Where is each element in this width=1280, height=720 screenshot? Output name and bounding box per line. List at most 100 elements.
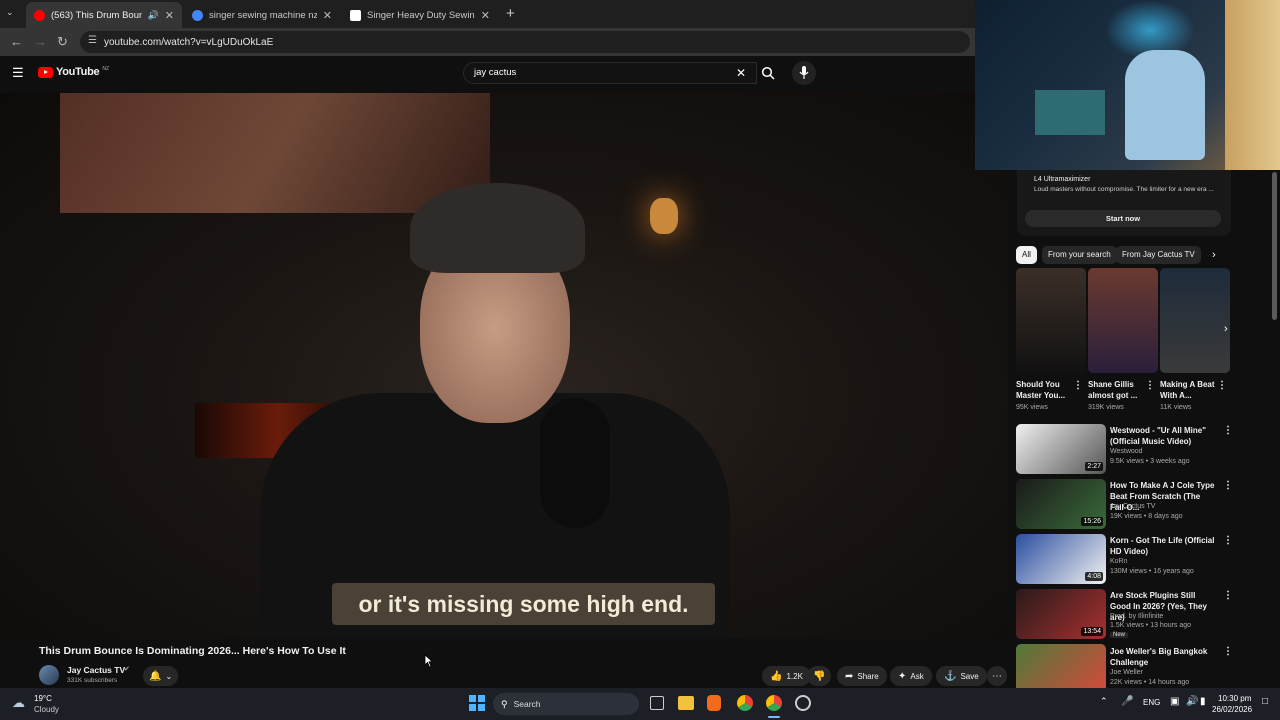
- close-tab-icon[interactable]: ✕: [323, 9, 332, 22]
- search-input[interactable]: jay cactus ✕: [463, 62, 757, 84]
- more-icon: ⋯: [992, 670, 1002, 682]
- channel-name[interactable]: KoRn: [1110, 558, 1128, 565]
- youtube-logo[interactable]: YouTube NZ: [38, 66, 109, 78]
- chip-all[interactable]: All: [1016, 246, 1037, 264]
- channel-avatar[interactable]: [39, 665, 59, 685]
- short-menu-icon[interactable]: ⋮: [1073, 380, 1083, 391]
- file-explorer-icon[interactable]: [678, 696, 694, 710]
- show-hidden-icons-chevron-icon[interactable]: ⌃: [1100, 696, 1108, 707]
- clock-date[interactable]: 26/02/2026: [1212, 705, 1252, 714]
- youtube-favicon-icon: [34, 9, 45, 21]
- tab-list-chevron-icon[interactable]: ⌄: [6, 7, 14, 18]
- language-indicator[interactable]: ENG: [1143, 698, 1160, 707]
- more-actions-button[interactable]: ⋯: [987, 666, 1007, 686]
- microphone-tray-icon[interactable]: 🎤: [1121, 696, 1133, 707]
- browser-tab-strip: ⌄ (563) This Drum Bounce Is Dominating 🔊…: [0, 0, 975, 28]
- bell-icon: 🔔: [149, 670, 162, 682]
- video-thumbnail[interactable]: 13:54: [1016, 589, 1106, 639]
- google-favicon-icon: [192, 9, 203, 21]
- channel-name[interactable]: Jay Cactus TV: [1110, 503, 1155, 510]
- chrome-active-icon[interactable]: [766, 695, 782, 711]
- short-menu-icon[interactable]: ⋮: [1145, 380, 1155, 391]
- channel-name[interactable]: Prod. by Illinfinite: [1110, 613, 1163, 620]
- video-thumbnail[interactable]: 4:08: [1016, 534, 1106, 584]
- back-icon[interactable]: ←: [10, 34, 23, 49]
- short-title[interactable]: Shane Gillis almost got ...: [1088, 379, 1146, 401]
- task-view-icon[interactable]: [650, 696, 664, 710]
- short-thumbnail[interactable]: [1016, 268, 1086, 373]
- video-menu-icon[interactable]: ⋮: [1223, 646, 1233, 657]
- share-button[interactable]: ➦ Share: [837, 666, 887, 686]
- url-field[interactable]: ☰ youtube.com/watch?v=vLgUDuOkLaE: [80, 31, 970, 53]
- weather-temp[interactable]: 19°C: [34, 694, 52, 703]
- volume-icon[interactable]: 🔊: [1186, 696, 1198, 707]
- short-views: 11K views: [1160, 404, 1192, 411]
- dislike-button[interactable]: 👎: [807, 666, 832, 686]
- video-menu-icon[interactable]: ⋮: [1223, 590, 1233, 601]
- clock-time[interactable]: 10:30 pm: [1218, 694, 1251, 703]
- ad-description: Loud masters without compromise. The lim…: [1034, 186, 1214, 193]
- close-tab-icon[interactable]: ✕: [481, 9, 490, 22]
- channel-name[interactable]: Westwood: [1110, 448, 1143, 455]
- chip-from-channel[interactable]: From Jay Cactus TV: [1116, 246, 1201, 264]
- video-title[interactable]: Westwood - "Ur All Mine" (Official Music…: [1110, 425, 1218, 447]
- video-thumbnail[interactable]: [1016, 644, 1106, 688]
- ask-button[interactable]: ✦ Ask: [890, 666, 932, 686]
- webcam-door: [1225, 0, 1280, 170]
- reload-icon[interactable]: ↻: [57, 34, 68, 50]
- region-code: NZ: [102, 66, 109, 72]
- video-title[interactable]: Joe Weller's Big Bangkok Challenge: [1110, 646, 1218, 668]
- network-icon[interactable]: ▣: [1170, 696, 1179, 707]
- taskbar-search-box[interactable]: ⚲ Search: [493, 693, 639, 715]
- short-thumbnail[interactable]: [1088, 268, 1158, 373]
- tab-singer-product[interactable]: Singer Heavy Duty Sewing Machine ✕: [342, 2, 498, 28]
- short-title[interactable]: Making A Beat With A...: [1160, 379, 1216, 401]
- chrome-icon[interactable]: [737, 695, 753, 711]
- video-title[interactable]: Korn - Got The Life (Official HD Video): [1110, 535, 1218, 557]
- clear-search-icon[interactable]: ✕: [736, 63, 746, 83]
- like-button[interactable]: 👍 1.2K: [762, 666, 811, 686]
- battery-icon[interactable]: ▮: [1200, 696, 1206, 707]
- save-button[interactable]: ⚓ Save: [936, 666, 987, 686]
- close-tab-icon[interactable]: ✕: [165, 9, 174, 22]
- video-frame-microphone: [540, 398, 610, 528]
- shorts-next-chevron-icon[interactable]: ›: [1224, 323, 1228, 335]
- tab-youtube[interactable]: (563) This Drum Bounce Is Dominating 🔊 ✕: [26, 2, 182, 28]
- short-menu-icon[interactable]: ⋮: [1217, 380, 1227, 391]
- chip-from-your-search[interactable]: From your search: [1042, 246, 1117, 264]
- site-info-icon[interactable]: ☰: [88, 35, 97, 46]
- page-favicon-icon: [350, 9, 361, 21]
- chips-next-chevron-icon[interactable]: ›: [1212, 249, 1216, 261]
- short-views: 95K views: [1016, 404, 1048, 411]
- tab-google-search[interactable]: singer sewing machine nz - Google ✕: [184, 2, 340, 28]
- search-button[interactable]: [757, 62, 779, 84]
- start-button[interactable]: [469, 695, 485, 711]
- new-tab-icon[interactable]: +: [506, 5, 515, 22]
- tab-title: (563) This Drum Bounce Is Dominating: [51, 9, 142, 21]
- video-thumbnail[interactable]: 2:27: [1016, 424, 1106, 474]
- weather-condition[interactable]: Cloudy: [34, 705, 59, 714]
- ask-label: Ask: [910, 671, 924, 681]
- forward-icon[interactable]: →: [34, 34, 47, 49]
- voice-search-button[interactable]: [792, 61, 816, 85]
- notifications-icon[interactable]: □: [1262, 696, 1268, 707]
- ad-start-now-button[interactable]: Start now: [1025, 210, 1221, 227]
- hamburger-menu-icon[interactable]: ☰: [12, 65, 24, 81]
- channel-name[interactable]: Joe Weller: [1110, 669, 1143, 676]
- channel-name[interactable]: Jay Cactus TV: [67, 665, 125, 675]
- video-menu-icon[interactable]: ⋮: [1223, 535, 1233, 546]
- short-thumbnail[interactable]: [1160, 268, 1230, 373]
- app-icon[interactable]: [795, 695, 811, 711]
- notification-bell-button[interactable]: 🔔 ⌄: [143, 666, 179, 686]
- video-thumbnail[interactable]: 15:26: [1016, 479, 1106, 529]
- short-title[interactable]: Should You Master You...: [1016, 379, 1072, 401]
- video-frame-cap: [410, 183, 585, 273]
- video-menu-icon[interactable]: ⋮: [1223, 480, 1233, 491]
- video-player[interactable]: or it's missing some high end.: [0, 93, 1008, 639]
- video-menu-icon[interactable]: ⋮: [1223, 425, 1233, 436]
- brave-browser-icon[interactable]: [707, 695, 721, 711]
- thumbs-down-icon: 👎: [813, 670, 826, 682]
- share-label: Share: [857, 671, 879, 681]
- speaker-icon[interactable]: 🔊: [148, 10, 159, 21]
- sidebar-scrollbar[interactable]: [1272, 172, 1277, 320]
